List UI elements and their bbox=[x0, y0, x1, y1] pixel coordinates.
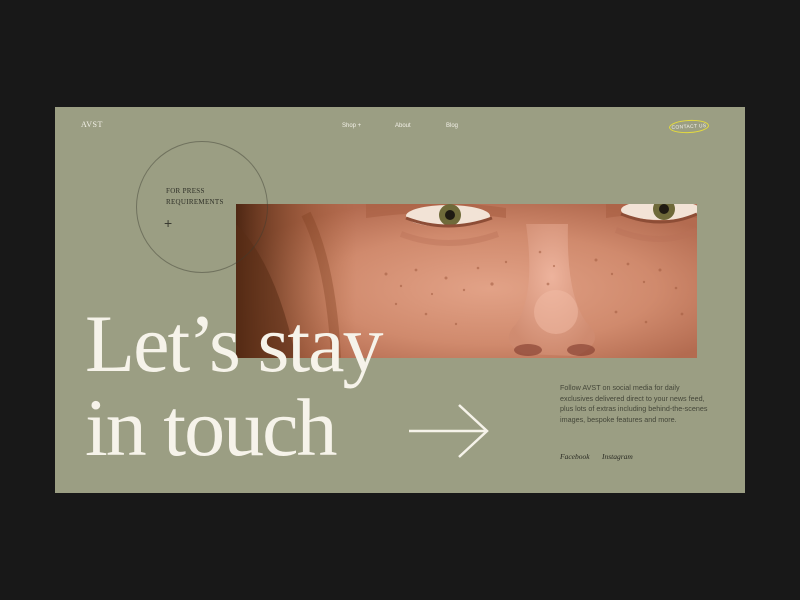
follow-description: Follow AVST on social media for daily ex… bbox=[560, 383, 708, 424]
contact-us-label: CONTACT US bbox=[671, 122, 707, 131]
headline-line-2: in touch bbox=[85, 382, 337, 473]
contact-us-button[interactable]: CONTACT US bbox=[668, 118, 710, 135]
headline-line-1: Let’s stay bbox=[85, 298, 384, 389]
press-line-2: REQUIREMENTS bbox=[166, 198, 224, 206]
brand-logo[interactable]: AVST bbox=[81, 120, 103, 129]
nav-item-shop[interactable]: Shop + bbox=[342, 123, 361, 129]
facebook-link[interactable]: Facebook bbox=[560, 452, 590, 461]
plus-icon: + bbox=[164, 215, 173, 231]
contact-page: AVST Shop + About Blog CONTACT US FOR PR… bbox=[55, 107, 745, 493]
press-requirements-text: FOR PRESS REQUIREMENTS bbox=[166, 186, 224, 208]
instagram-link[interactable]: Instagram bbox=[602, 452, 633, 461]
arrow-right-icon[interactable] bbox=[407, 403, 491, 459]
nav-item-about[interactable]: About bbox=[395, 123, 411, 129]
press-requirements-link[interactable]: FOR PRESS REQUIREMENTS + bbox=[136, 141, 268, 273]
nav-item-blog[interactable]: Blog bbox=[446, 123, 458, 129]
press-line-1: FOR PRESS bbox=[166, 187, 205, 195]
